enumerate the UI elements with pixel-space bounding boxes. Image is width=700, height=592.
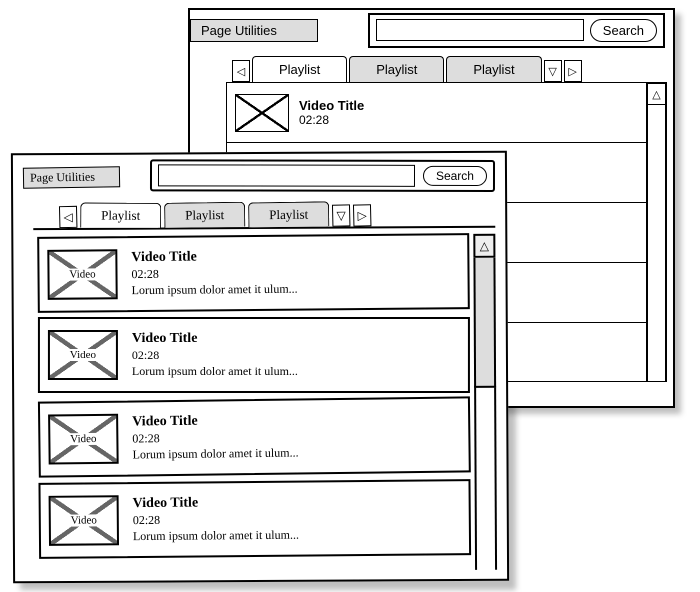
scroll-track[interactable] <box>474 388 497 570</box>
video-time: 02:28 <box>133 510 461 528</box>
search-button[interactable]: Search <box>423 166 487 186</box>
search-container: Search <box>368 13 665 48</box>
video-thumbnail-icon <box>235 94 289 132</box>
search-input[interactable] <box>158 164 415 186</box>
search-container: Search <box>150 159 495 192</box>
video-title: Video Title <box>133 493 461 512</box>
page-utilities-label: Page Utilities <box>23 166 120 189</box>
video-time: 02:28 <box>132 348 460 363</box>
list-item[interactable]: Video Video Title 02:28 Lorum ipsum dolo… <box>38 396 471 477</box>
search-button[interactable]: Search <box>590 19 657 42</box>
video-description: Lorum ipsum dolor amet it ulum... <box>132 280 460 298</box>
video-thumbnail-icon: Video <box>47 249 117 300</box>
tab-playlist-2[interactable]: Playlist <box>164 202 245 228</box>
video-description: Lorum ipsum dolor amet it ulum... <box>132 444 460 463</box>
list-item[interactable]: Video Video Title 02:28 Lorum ipsum dolo… <box>37 233 470 313</box>
front-list-area: Video Video Title 02:28 Lorum ipsum dolo… <box>33 226 497 578</box>
front-list: Video Video Title 02:28 Lorum ipsum dolo… <box>33 228 475 578</box>
video-title: Video Title <box>299 98 364 113</box>
search-input[interactable] <box>376 19 584 41</box>
video-title: Video Title <box>132 331 460 347</box>
scroll-up-icon[interactable]: △ <box>647 83 666 105</box>
scrollbar[interactable]: △ <box>473 234 497 570</box>
tab-playlist-3[interactable]: Playlist <box>248 201 329 227</box>
list-item[interactable]: Video Title 02:28 <box>227 83 646 143</box>
video-description: Lorum ipsum dolor amet it ulum... <box>133 526 461 544</box>
scroll-up-icon[interactable]: △ <box>473 234 495 258</box>
scroll-track[interactable] <box>647 105 666 381</box>
scrollbar[interactable]: △ <box>647 83 667 382</box>
video-thumbnail-icon: Video <box>48 414 119 465</box>
video-description: Lorum ipsum dolor amet it ulum... <box>132 364 460 379</box>
front-tabrow: ◁ Playlist Playlist Playlist ▽ ▷ <box>53 201 505 228</box>
back-tabrow: ◁ Playlist Playlist Playlist ▽ ▷ <box>226 56 673 82</box>
back-topbar: Page Utilities Search <box>190 10 673 50</box>
front-window: Page Utilities Search ◁ Playlist Playlis… <box>11 151 509 584</box>
tab-scroll-right-icon[interactable]: ▷ <box>353 204 371 226</box>
list-item[interactable]: Video Video Title 02:28 Lorum ipsum dolo… <box>38 317 470 393</box>
video-time: 02:28 <box>131 264 459 282</box>
tab-scroll-left-icon[interactable]: ◁ <box>59 206 77 228</box>
video-thumbnail-icon: Video <box>48 330 118 380</box>
list-item[interactable]: Video Video Title 02:28 Lorum ipsum dolo… <box>38 479 471 559</box>
tab-scroll-right-icon[interactable]: ▷ <box>564 60 582 82</box>
tab-playlist-1[interactable]: Playlist <box>80 203 161 228</box>
page-utilities-label: Page Utilities <box>190 19 318 42</box>
front-topbar: Page Utilities Search <box>13 153 505 200</box>
tab-playlist-1[interactable]: Playlist <box>252 56 347 82</box>
video-thumbnail-icon: Video <box>49 495 119 546</box>
tab-scroll-left-icon[interactable]: ◁ <box>232 60 250 82</box>
tab-dropdown-icon[interactable]: ▽ <box>332 204 350 226</box>
tab-playlist-2[interactable]: Playlist <box>349 56 444 82</box>
video-time: 02:28 <box>299 113 364 127</box>
video-title: Video Title <box>131 247 459 266</box>
tab-dropdown-icon[interactable]: ▽ <box>544 60 562 82</box>
scroll-thumb[interactable] <box>473 258 496 388</box>
tab-playlist-3[interactable]: Playlist <box>446 56 541 82</box>
